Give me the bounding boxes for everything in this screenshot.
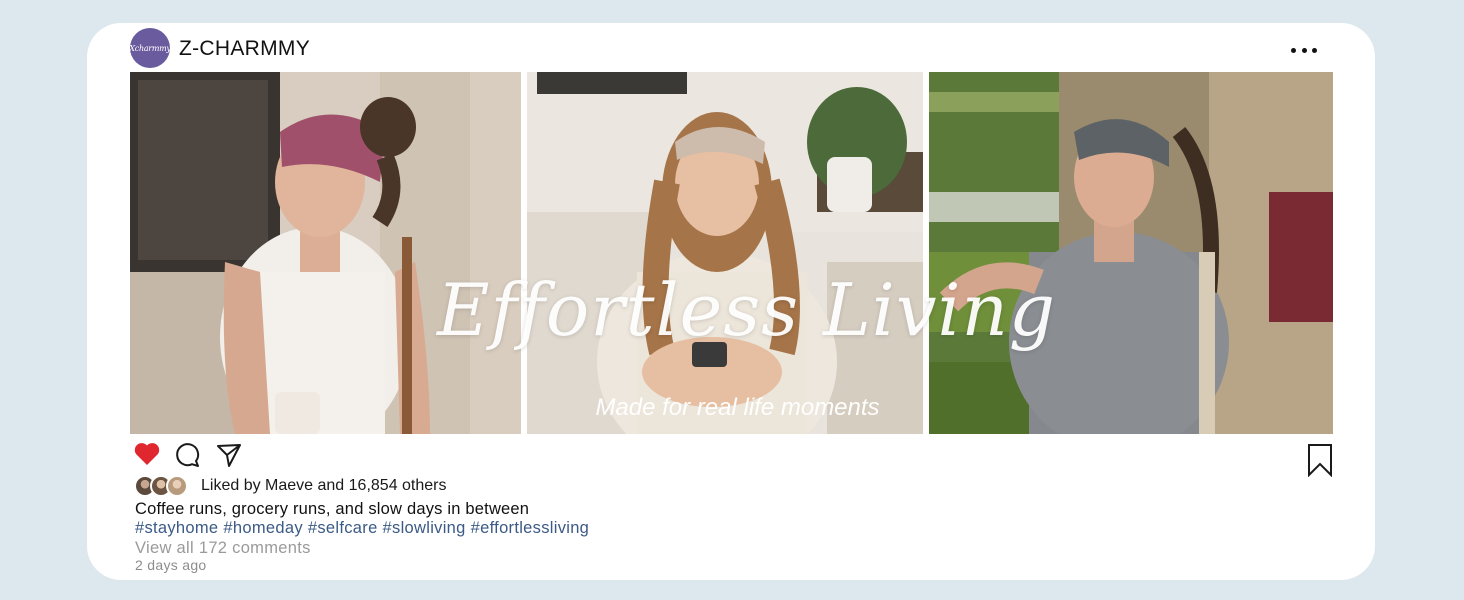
- photo-woman-pink-headband: [130, 72, 521, 434]
- view-all-comments-link[interactable]: View all 172 comments: [135, 539, 311, 558]
- avatar: [166, 475, 188, 497]
- post-action-bar: [133, 441, 1333, 478]
- account-name[interactable]: Z-CHARMMY: [179, 37, 310, 61]
- post-caption: Coffee runs, grocery runs, and slow days…: [135, 500, 530, 518]
- likes-summary[interactable]: Liked by Maeve and 16,854 others: [134, 475, 734, 497]
- overlay-subtitle: Made for real life moments: [595, 394, 880, 421]
- account-avatar[interactable]: Xcharmmy: [129, 28, 171, 68]
- hashtag-link[interactable]: #stayhome: [135, 519, 218, 537]
- hashtag-link[interactable]: #selfcare: [308, 519, 378, 537]
- hashtag-link[interactable]: #effortlessliving: [471, 519, 590, 537]
- hashtag-link[interactable]: #slowliving: [383, 519, 466, 537]
- post-image-carousel[interactable]: Effortless Living Made for real life mom…: [130, 72, 1333, 434]
- send-icon[interactable]: [215, 441, 243, 474]
- post-card: Xcharmmy Z-CHARMMY Effortless Living Mad…: [87, 23, 1375, 580]
- comment-icon[interactable]: [174, 441, 202, 474]
- hashtag-list: #stayhome #homeday #selfcare #slowliving #ef…: [135, 519, 594, 538]
- hashtag-link[interactable]: #homeday: [223, 519, 302, 537]
- post-header: Xcharmmy Z-CHARMMY: [129, 28, 1333, 68]
- overlay-title: Effortless Living: [437, 268, 1056, 352]
- heart-icon[interactable]: [133, 441, 161, 472]
- bookmark-icon[interactable]: [1307, 443, 1333, 482]
- photo-woman-grey-headband: [929, 72, 1333, 434]
- liker-avatars: [134, 475, 194, 497]
- more-options-icon[interactable]: [1291, 46, 1317, 54]
- liked-by-text[interactable]: Liked by Maeve and 16,854 others: [201, 477, 447, 495]
- post-timestamp: 2 days ago: [135, 557, 207, 573]
- photo-woman-beige-headband: [527, 72, 923, 434]
